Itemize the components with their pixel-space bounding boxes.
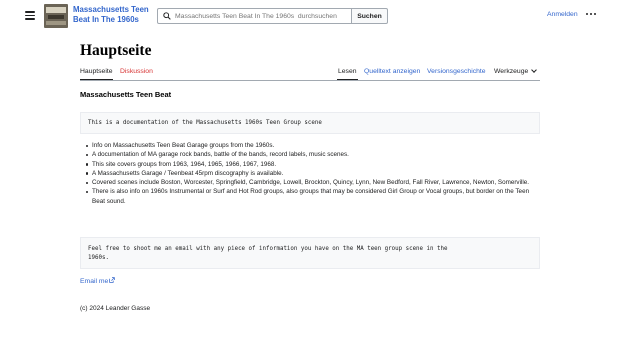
list-item: Info on Massachusetts Teen Beat Garage g… [86, 141, 542, 150]
tab-discussion[interactable]: Diskussion [120, 68, 153, 75]
site-header: Massachusetts Teen Beat In The 1960s Suc… [0, 0, 620, 34]
tab-view-source[interactable]: Quelltext anzeigen [364, 68, 420, 75]
list-item: A Massachusetts Garage / Teenbeat 45rpm … [86, 169, 542, 178]
tab-read[interactable]: Lesen [338, 68, 357, 75]
tab-main-page[interactable]: Hauptseite [80, 68, 113, 75]
list-item: Covered scenes include Boston, Worcester… [86, 178, 542, 187]
tabs-divider [80, 80, 540, 81]
site-title[interactable]: Massachusetts Teen Beat In The 1960s [73, 5, 153, 25]
tab-tools[interactable]: Werkzeuge [494, 66, 538, 75]
page-title: Hauptseite [80, 42, 152, 59]
tab-tools-label: Werkzeuge [494, 68, 529, 75]
hamburger-menu-icon[interactable] [25, 11, 35, 20]
search-input[interactable] [175, 9, 347, 23]
site-logo[interactable] [44, 4, 68, 28]
ellipsis-icon[interactable] [586, 13, 596, 16]
info-list: Info on Massachusetts Teen Beat Garage g… [86, 141, 542, 206]
login-link[interactable]: Anmelden [547, 11, 578, 18]
external-link-icon [109, 277, 116, 283]
search-button[interactable]: Suchen [351, 8, 388, 24]
email-link[interactable]: Email me [80, 277, 116, 285]
email-link-label: Email me [80, 278, 109, 285]
intro-preformatted: This is a documentation of the Massachus… [80, 112, 540, 134]
list-item: This site covers groups from 1963, 1964,… [86, 160, 542, 169]
contact-preformatted: Feel free to shoot me an email with any … [80, 237, 540, 269]
contact-line-1: Feel free to shoot me an email with any … [88, 246, 448, 252]
list-item: A documentation of MA garage rock bands,… [86, 150, 542, 159]
content-heading: Massachusetts Teen Beat [80, 90, 172, 99]
list-item: There is also info on 1960s Instrumental… [86, 187, 542, 206]
search-icon [163, 12, 171, 20]
tab-history[interactable]: Versionsgeschichte [427, 68, 486, 75]
search-box [157, 8, 352, 24]
contact-line-2: 1960s. [88, 255, 109, 261]
chevron-down-icon [531, 66, 538, 73]
copyright-text: (c) 2024 Leander Gasse [80, 305, 151, 312]
